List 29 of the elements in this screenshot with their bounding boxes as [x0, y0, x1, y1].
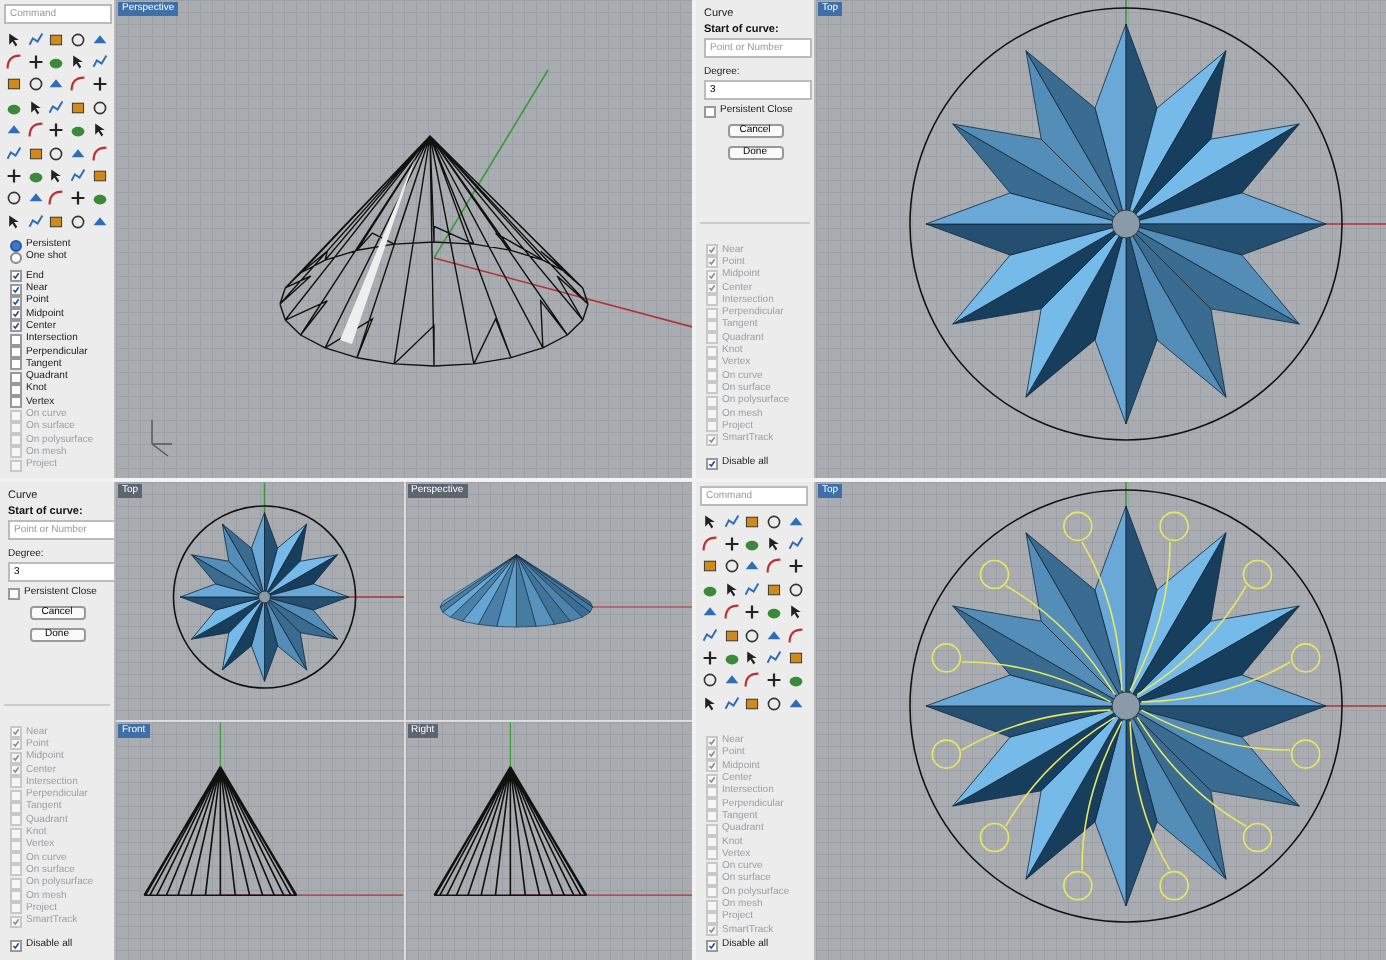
y-axis-line: [508, 722, 510, 768]
tool-icon[interactable]: [723, 536, 740, 553]
checkbox[interactable]: [10, 939, 22, 952]
checkbox[interactable]: [706, 939, 718, 952]
checkbox[interactable]: [8, 587, 20, 600]
checkbox[interactable]: [10, 346, 22, 359]
tool-icon[interactable]: [48, 122, 65, 139]
checkbox[interactable]: [706, 457, 718, 470]
tool-icon[interactable]: [744, 604, 761, 621]
y-axis-line: [219, 722, 221, 768]
checkbox[interactable]: [10, 270, 22, 283]
checkbox[interactable]: [704, 105, 716, 118]
checkbox[interactable]: [10, 333, 22, 346]
tool-icon[interactable]: [27, 54, 44, 71]
checkbox[interactable]: [10, 358, 22, 371]
checkbox[interactable]: [10, 283, 22, 296]
checkbox[interactable]: [10, 308, 22, 321]
checkbox[interactable]: [10, 371, 22, 384]
tool-icon[interactable]: [91, 76, 108, 93]
radio-button[interactable]: [10, 239, 22, 252]
tool-icon[interactable]: [702, 650, 719, 667]
tool-icon[interactable]: [70, 190, 87, 207]
axes-icon: [151, 419, 173, 457]
radio-button[interactable]: [10, 251, 22, 264]
tool-icon[interactable]: [787, 558, 804, 575]
tool-icon[interactable]: [766, 672, 783, 689]
checkbox[interactable]: [10, 320, 22, 333]
checkbox[interactable]: [10, 396, 22, 409]
tool-icon[interactable]: [6, 168, 23, 185]
